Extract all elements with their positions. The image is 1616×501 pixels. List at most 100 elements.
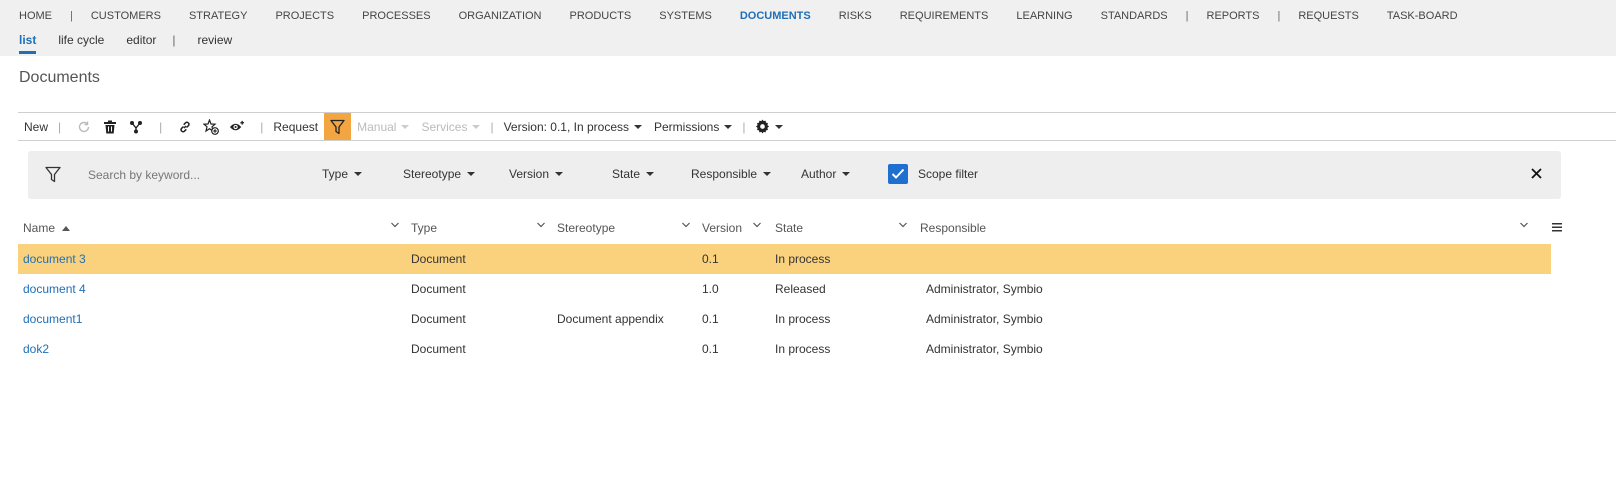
- tab-editor[interactable]: editor: [126, 32, 156, 54]
- cell-type: Document: [411, 282, 466, 296]
- column-header-version[interactable]: Version: [702, 214, 772, 242]
- toolbar-separator: |: [742, 119, 746, 134]
- chevron-down-icon[interactable]: [1519, 221, 1529, 229]
- version-filter-dropdown[interactable]: Version: [509, 167, 564, 181]
- link-icon[interactable]: [177, 119, 193, 135]
- chevron-down-icon[interactable]: [752, 221, 762, 229]
- trash-icon[interactable]: [102, 119, 118, 135]
- nav-separator: |: [1277, 10, 1281, 22]
- column-header-name[interactable]: Name: [23, 214, 403, 242]
- responsible-filter-dropdown[interactable]: Responsible: [691, 167, 772, 181]
- nav-item-strategy[interactable]: STRATEGY: [189, 10, 247, 22]
- table-row[interactable]: document 4 Document 1.0 Released Administrat…: [18, 274, 1551, 304]
- cell-type: Document: [411, 342, 466, 356]
- toolbar: New | | | Request Manual Services | Vers…: [18, 112, 1616, 141]
- nav-separator: |: [1185, 10, 1189, 22]
- document-link[interactable]: document1: [23, 304, 82, 334]
- table-row[interactable]: document1 Document Document appendix 0.1 In …: [18, 304, 1551, 334]
- permissions-dropdown[interactable]: Permissions: [654, 113, 733, 140]
- stereotype-filter-dropdown[interactable]: Stereotype: [403, 167, 476, 181]
- tab-life-cycle[interactable]: life cycle: [58, 32, 104, 54]
- nav-item-products[interactable]: PRODUCTS: [570, 10, 632, 22]
- eye-add-icon[interactable]: [229, 119, 245, 135]
- column-header-version-label: Version: [702, 221, 743, 235]
- columns-menu-icon[interactable]: [1551, 221, 1563, 233]
- tab-review[interactable]: review: [198, 32, 233, 54]
- settings-dropdown[interactable]: [755, 113, 784, 140]
- column-header-stereotype[interactable]: Stereotype: [557, 214, 697, 242]
- chevron-down-icon: [646, 172, 655, 176]
- cell-type: Document: [411, 312, 466, 326]
- scope-filter-label: Scope filter: [918, 167, 979, 181]
- cell-responsible: Administrator, Symbio: [926, 312, 1043, 326]
- request-button[interactable]: Request: [273, 113, 318, 140]
- cell-state: In process: [775, 252, 831, 266]
- branch-icon[interactable]: [128, 119, 144, 135]
- tab-list[interactable]: list: [19, 32, 37, 54]
- chevron-down-icon[interactable]: [681, 221, 691, 229]
- column-header-responsible[interactable]: Responsible: [920, 214, 1540, 242]
- search-input[interactable]: [88, 165, 288, 185]
- chevron-down-icon: [401, 124, 410, 129]
- author-filter-dropdown[interactable]: Author: [801, 167, 851, 181]
- column-header-name-label: Name: [23, 221, 56, 235]
- star-add-icon[interactable]: [203, 118, 220, 135]
- filter-toggle-button[interactable]: [324, 113, 352, 140]
- chevron-down-icon[interactable]: [536, 221, 546, 229]
- type-filter-dropdown[interactable]: Type: [322, 167, 363, 181]
- table-row[interactable]: document 3 Document 0.1 In process: [18, 244, 1551, 274]
- nav-item-processes[interactable]: PROCESSES: [362, 10, 430, 22]
- nav-item-standards[interactable]: STANDARDS: [1101, 10, 1168, 22]
- new-button[interactable]: New: [24, 113, 48, 140]
- cell-state: In process: [775, 312, 831, 326]
- column-header-responsible-label: Responsible: [920, 221, 987, 235]
- funnel-icon: [330, 119, 345, 134]
- table-row[interactable]: dok2 Document 0.1 In process Administrator, …: [18, 334, 1551, 364]
- nav-item-requirements[interactable]: REQUIREMENTS: [900, 10, 989, 22]
- cell-responsible: Administrator, Symbio: [926, 342, 1043, 356]
- nav-item-organization[interactable]: ORGANIZATION: [459, 10, 542, 22]
- refresh-icon[interactable]: [76, 119, 92, 135]
- services-dropdown[interactable]: Services: [421, 113, 481, 140]
- chevron-down-icon[interactable]: [898, 221, 908, 229]
- close-icon[interactable]: [1528, 165, 1544, 181]
- nav-item-systems[interactable]: SYSTEMS: [659, 10, 712, 22]
- version-dropdown-label: Version: 0.1, In process: [503, 119, 629, 134]
- chevron-down-icon: [842, 172, 851, 176]
- state-filter-label: State: [612, 167, 641, 181]
- nav-item-reports[interactable]: REPORTS: [1207, 10, 1260, 22]
- services-dropdown-label: Services: [421, 119, 468, 134]
- chevron-down-icon: [354, 172, 363, 176]
- document-link[interactable]: document 4: [23, 274, 86, 304]
- manual-dropdown[interactable]: Manual: [357, 113, 410, 140]
- chevron-down-icon: [467, 172, 476, 176]
- cell-state: In process: [775, 342, 831, 356]
- nav-item-learning[interactable]: LEARNING: [1016, 10, 1072, 22]
- document-link[interactable]: dok2: [23, 334, 49, 364]
- chevron-down-icon[interactable]: [390, 221, 400, 229]
- type-filter-label: Type: [322, 167, 349, 181]
- document-link[interactable]: document 3: [23, 244, 86, 274]
- nav-item-documents[interactable]: DOCUMENTS: [740, 10, 811, 22]
- nav-separator: |: [70, 10, 73, 22]
- page-title: Documents: [19, 69, 100, 86]
- toolbar-separator: |: [260, 119, 264, 134]
- cell-version: 0.1: [702, 252, 719, 266]
- nav-item-task-board[interactable]: TASK-BOARD: [1387, 10, 1458, 22]
- column-header-stereotype-label: Stereotype: [557, 221, 616, 235]
- nav-item-requests[interactable]: REQUESTS: [1298, 10, 1359, 22]
- cell-responsible: Administrator, Symbio: [926, 282, 1043, 296]
- state-filter-dropdown[interactable]: State: [612, 167, 655, 181]
- column-header-type[interactable]: Type: [411, 214, 551, 242]
- cell-version: 1.0: [702, 282, 719, 296]
- scope-filter-checkbox[interactable]: [888, 164, 908, 184]
- version-dropdown[interactable]: Version: 0.1, In process: [504, 113, 642, 140]
- column-header-state[interactable]: State: [775, 214, 915, 242]
- new-button-label: New: [24, 119, 49, 134]
- nav-item-projects[interactable]: PROJECTS: [275, 10, 334, 22]
- grid-header: Name Type Stereotype Version State Respo…: [18, 214, 1551, 242]
- nav-item-customers[interactable]: CUSTOMERS: [91, 10, 161, 22]
- filter-bar: Type Stereotype Version State Responsibl…: [28, 151, 1561, 199]
- nav-item-risks[interactable]: RISKS: [839, 10, 872, 22]
- nav-item-home[interactable]: HOME: [19, 10, 52, 22]
